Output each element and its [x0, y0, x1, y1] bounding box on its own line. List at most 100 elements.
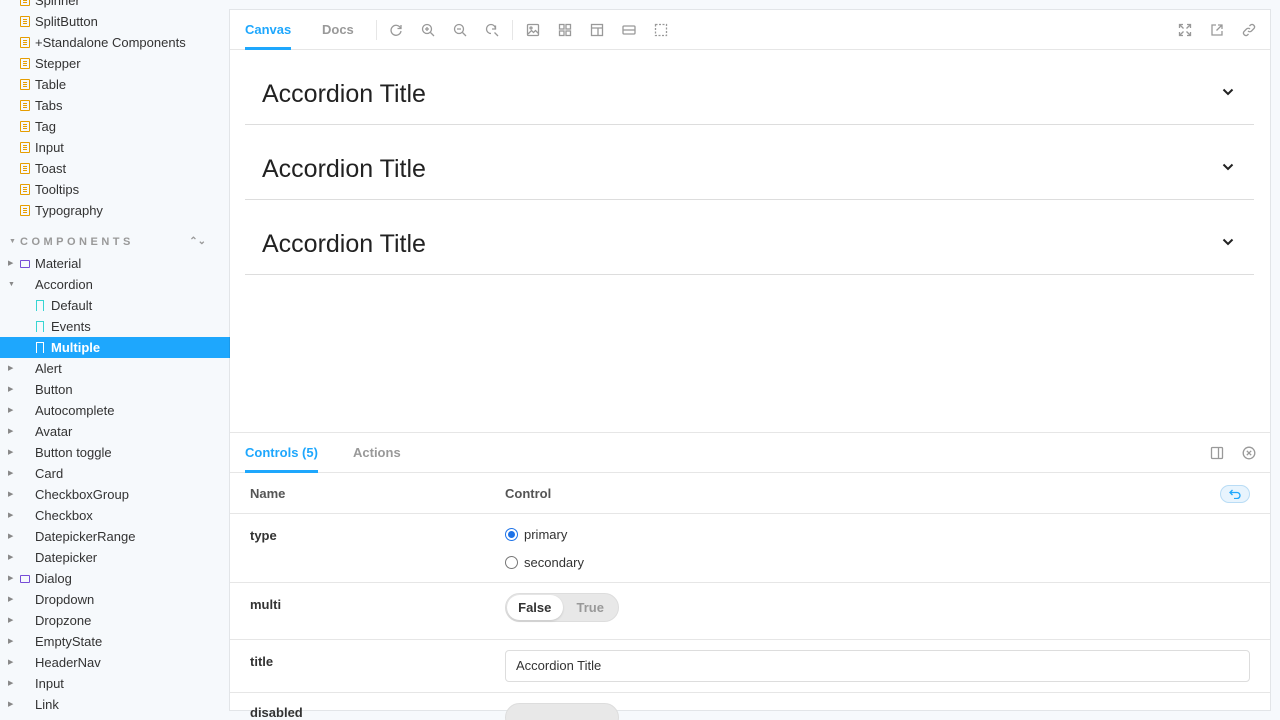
collapsed-caret-icon[interactable]: ▶ [8, 358, 13, 379]
collapsed-caret-icon[interactable]: ▶ [8, 463, 13, 484]
accordion-item[interactable]: Accordion Title [245, 200, 1254, 275]
story-icon [36, 300, 44, 311]
grid-icon[interactable] [557, 22, 573, 38]
collapsed-caret-icon[interactable]: ▶ [8, 589, 13, 610]
tab-actions[interactable]: Actions [353, 433, 401, 473]
accordion-title: Accordion Title [262, 80, 426, 108]
collapsed-caret-icon[interactable]: ▶ [8, 484, 13, 505]
collapsed-caret-icon[interactable]: ▶ [8, 547, 13, 568]
sidebar-item-card[interactable]: ▶ Card [0, 463, 230, 484]
sidebar-item-splitbutton[interactable]: SplitButton [0, 11, 230, 32]
open-new-tab-icon[interactable] [1209, 22, 1225, 38]
sidebar-item-checkboxgroup[interactable]: ▶ CheckboxGroup [0, 484, 230, 505]
zoom-reset-icon[interactable] [484, 22, 500, 38]
sidebar-item-link[interactable]: ▶ Link [0, 694, 230, 715]
sidebar-item-multiple[interactable]: Multiple [0, 337, 230, 358]
sidebar-item-datepicker[interactable]: ▶ Datepicker [0, 547, 230, 568]
collapsed-caret-icon[interactable]: ▶ [8, 694, 13, 715]
title-text-input[interactable]: Accordion Title [505, 650, 1250, 682]
sidebar-item-default[interactable]: Default [0, 295, 230, 316]
sidebar-item-tabs[interactable]: Tabs [0, 95, 230, 116]
radio-button[interactable] [505, 555, 518, 569]
collapsed-caret-icon[interactable]: ▶ [8, 610, 13, 631]
collapsed-caret-icon[interactable]: ▶ [8, 379, 13, 400]
reload-icon[interactable] [388, 22, 404, 38]
collapsed-caret-icon[interactable]: ▶ [8, 631, 13, 652]
components-section-header[interactable]: ▼ COMPONENTS ⌃⌄ [0, 221, 230, 253]
collapsed-caret-icon[interactable]: ▶ [8, 253, 13, 274]
sidebar-item-autocomplete[interactable]: ▶ Autocomplete [0, 400, 230, 421]
radio-primary[interactable]: primary [505, 524, 567, 544]
sidebar-item-dropdown[interactable]: ▶ Dropdown [0, 589, 230, 610]
addons-panel: Controls (5) Actions Name Control type p… [230, 432, 1270, 720]
measure-icon[interactable] [621, 22, 637, 38]
radio-label: primary [524, 526, 568, 542]
boolean-toggle[interactable] [505, 703, 619, 720]
collapsed-caret-icon[interactable]: ▶ [8, 526, 13, 547]
sidebar-item-label: Card [35, 466, 64, 481]
sidebar-item-button-toggle[interactable]: ▶ Button toggle [0, 442, 230, 463]
radio-button[interactable] [505, 527, 518, 541]
collapsed-caret-icon[interactable]: ▶ [8, 568, 13, 589]
sidebar-item-headernav[interactable]: ▶ HeaderNav [0, 652, 230, 673]
chevron-down-icon [1222, 88, 1234, 96]
fullscreen-icon[interactable] [1177, 22, 1193, 38]
sidebar-item-table[interactable]: Table [0, 74, 230, 95]
component-icon [20, 594, 30, 605]
sidebar-item-tooltips[interactable]: Tooltips [0, 179, 230, 200]
sidebar-item-alert[interactable]: ▶ Alert [0, 358, 230, 379]
sidebar-item-standalone-components[interactable]: +Standalone Components [0, 32, 230, 53]
tab-docs[interactable]: Docs [322, 10, 354, 50]
sidebar-item-stepper[interactable]: Stepper [0, 53, 230, 74]
copy-link-icon[interactable] [1241, 22, 1257, 38]
tab-controls[interactable]: Controls (5) [245, 433, 318, 473]
collapsed-caret-icon[interactable]: ▶ [8, 442, 13, 463]
sidebar-item-label: Avatar [35, 424, 73, 439]
control-name: disabled [250, 705, 303, 720]
sidebar-item-checkbox[interactable]: ▶ Checkbox [0, 505, 230, 526]
sidebar-item-accordion[interactable]: ▼ Accordion [0, 274, 230, 295]
sidebar-item-label: Tooltips [35, 182, 80, 197]
sidebar-item-material[interactable]: ▶ Material [0, 253, 230, 274]
toggle-true[interactable]: True [563, 595, 619, 620]
sidebar-item-datepickerrange[interactable]: ▶ DatepickerRange [0, 526, 230, 547]
toggle-false[interactable]: False [507, 595, 563, 620]
boolean-toggle[interactable]: False True [505, 593, 619, 622]
close-panel-icon[interactable] [1241, 445, 1257, 461]
sidebar-item-dialog[interactable]: ▶ Dialog [0, 568, 230, 589]
folder-icon [20, 575, 30, 583]
component-icon [20, 657, 30, 668]
background-image-icon[interactable] [525, 22, 541, 38]
preview-area: Canvas Docs Accordion Title Accordion Ti… [230, 10, 1270, 720]
control-name: title [250, 654, 274, 669]
panel-orientation-icon[interactable] [1209, 445, 1225, 461]
sidebar-item-toast[interactable]: Toast [0, 158, 230, 179]
sidebar-item-tag[interactable]: Tag [0, 116, 230, 137]
sidebar-item-input[interactable]: ▶ Input [0, 673, 230, 694]
outline-icon[interactable] [653, 22, 669, 38]
sidebar-item-emptystate[interactable]: ▶ EmptyState [0, 631, 230, 652]
doc-icon [20, 142, 30, 153]
toolbar-divider [376, 20, 377, 40]
sidebar-item-events[interactable]: Events [0, 316, 230, 337]
viewport-icon[interactable] [589, 22, 605, 38]
sidebar-item-input[interactable]: Input [0, 137, 230, 158]
accordion-item[interactable]: Accordion Title [245, 125, 1254, 200]
collapsed-caret-icon[interactable]: ▶ [8, 400, 13, 421]
radio-secondary[interactable]: secondary [505, 552, 584, 572]
sidebar-item-typography[interactable]: Typography [0, 200, 230, 221]
sidebar-item-dropzone[interactable]: ▶ Dropzone [0, 610, 230, 631]
reset-controls-button[interactable] [1220, 485, 1250, 503]
collapsed-caret-icon[interactable]: ▶ [8, 652, 13, 673]
collapsed-caret-icon[interactable]: ▶ [8, 505, 13, 526]
zoom-in-icon[interactable] [420, 22, 436, 38]
collapsed-caret-icon[interactable]: ▶ [8, 421, 13, 442]
zoom-out-icon[interactable] [452, 22, 468, 38]
accordion-item[interactable]: Accordion Title [245, 50, 1254, 125]
collapsed-caret-icon[interactable]: ▶ [8, 673, 13, 694]
sidebar-item-button[interactable]: ▶ Button [0, 379, 230, 400]
expanded-caret-icon[interactable]: ▼ [8, 274, 15, 295]
sidebar-item-spinner[interactable]: Spinner [0, 0, 230, 11]
tab-canvas[interactable]: Canvas [245, 10, 292, 50]
sidebar-item-avatar[interactable]: ▶ Avatar [0, 421, 230, 442]
